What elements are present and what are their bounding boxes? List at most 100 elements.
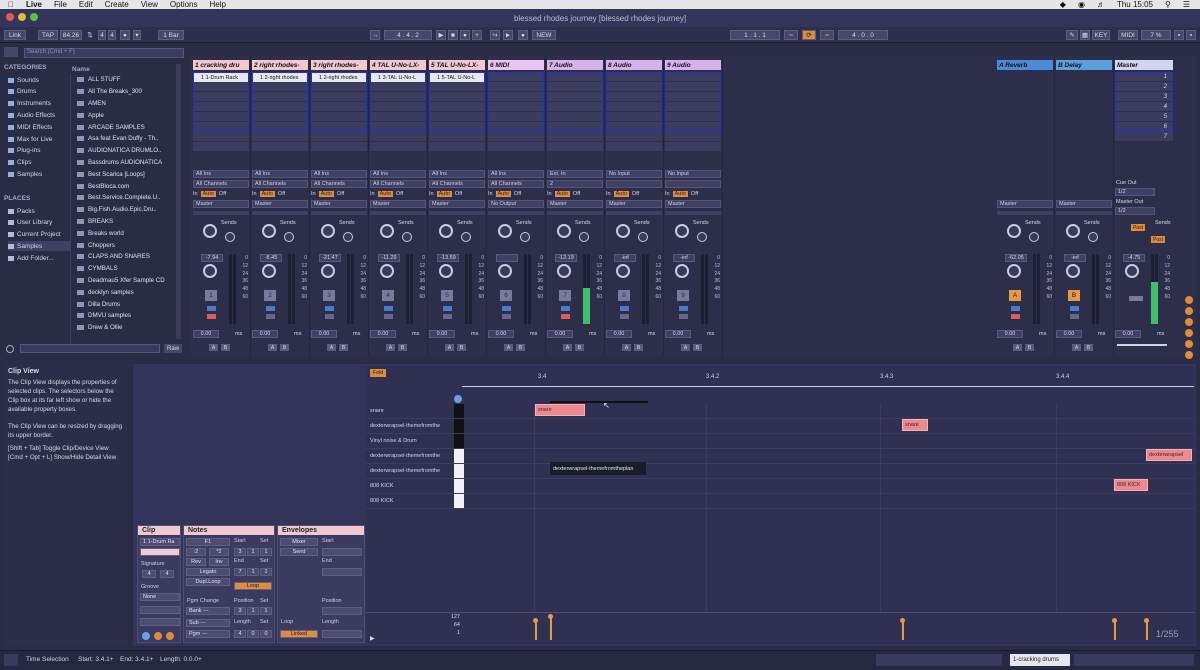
place-current-project[interactable]: Current Project xyxy=(8,230,61,240)
solo-button[interactable] xyxy=(502,306,511,311)
velocity-toggle-icon[interactable]: ▶ xyxy=(370,635,375,642)
master-post-button[interactable]: Post xyxy=(1131,224,1145,231)
cue-out-select[interactable]: 1/2 xyxy=(1115,188,1155,196)
clip-warp-button[interactable] xyxy=(140,618,180,626)
arm-button[interactable] xyxy=(384,314,393,319)
position-bar[interactable]: 3 xyxy=(234,607,246,615)
velocity-handle-2[interactable] xyxy=(548,614,553,619)
master-pan-knob[interactable] xyxy=(1125,264,1139,278)
send-b-knob[interactable] xyxy=(638,232,648,242)
menu-edit[interactable]: Edit xyxy=(79,0,93,9)
volume-field[interactable]: -8.45 xyxy=(260,254,282,262)
output-channel-select[interactable] xyxy=(370,211,426,215)
position-sixteenth[interactable]: 1 xyxy=(260,607,272,615)
menu-live[interactable]: Live xyxy=(26,0,42,9)
track-activator[interactable]: 8 xyxy=(618,290,630,301)
crossfade-b[interactable]: B xyxy=(516,344,525,351)
monitor-switch[interactable]: In Auto Off xyxy=(488,190,544,198)
monitor-off[interactable]: Off xyxy=(396,191,403,197)
env-end-field[interactable] xyxy=(322,568,362,576)
output-channel-select[interactable] xyxy=(488,211,544,215)
browser-item[interactable]: Asa feat Evan Duffy - Th.. xyxy=(71,133,176,145)
device-chain-overview[interactable] xyxy=(1074,654,1194,666)
show-notes-icon[interactable] xyxy=(154,632,162,640)
category-instruments[interactable]: Instruments xyxy=(8,99,51,109)
clip-slot[interactable] xyxy=(252,102,308,112)
input-type-select[interactable]: All Ins xyxy=(488,170,544,178)
browser-item[interactable]: BREAKS xyxy=(71,216,176,228)
menu-view[interactable]: View xyxy=(141,0,158,9)
volume-field[interactable]: -12.19 xyxy=(555,254,577,262)
start-bar[interactable]: 3 xyxy=(234,548,246,556)
input-type-select[interactable]: All Ins xyxy=(370,170,426,178)
fold-button[interactable]: Fold xyxy=(370,369,386,377)
monitor-auto[interactable]: Auto xyxy=(436,191,452,197)
clip-slot[interactable] xyxy=(252,82,308,92)
pan-knob[interactable] xyxy=(616,264,630,278)
env-start-field[interactable] xyxy=(322,548,362,556)
crossfade-a[interactable]: A xyxy=(445,344,454,351)
track-activator[interactable]: B xyxy=(1068,290,1080,301)
pan-field[interactable]: 0.00 xyxy=(488,330,514,338)
monitor-off[interactable]: Off xyxy=(455,191,462,197)
invert-button[interactable]: Inv xyxy=(209,558,229,566)
preview-icon[interactable] xyxy=(454,395,462,403)
place-add-folder-[interactable]: Add Folder... xyxy=(8,253,54,263)
envelopes-panel-title[interactable]: Envelopes xyxy=(278,526,364,535)
input-type-select[interactable]: All Ins xyxy=(193,170,249,178)
clip-slot[interactable] xyxy=(370,82,426,92)
envelope-device-select[interactable]: Mixer xyxy=(280,538,318,546)
browser-item[interactable]: DMVU samples xyxy=(71,310,176,322)
input-type-select[interactable]: No Input xyxy=(606,170,662,178)
clip-slot[interactable] xyxy=(252,142,308,152)
loop-length-field[interactable]: 4 . 0 . 0 xyxy=(838,30,888,40)
crossfade-a[interactable]: A xyxy=(563,344,572,351)
output-channel-select[interactable] xyxy=(547,211,603,215)
track-activator[interactable]: A xyxy=(1009,290,1021,301)
notes-panel-title[interactable]: Notes xyxy=(184,526,274,535)
browser-item[interactable]: CYMBALS xyxy=(71,263,176,275)
pan-knob[interactable] xyxy=(1066,264,1080,278)
clip-slot[interactable] xyxy=(606,102,662,112)
clip-slot[interactable] xyxy=(665,72,721,82)
clip-slot[interactable] xyxy=(429,132,485,142)
category-audio-effects[interactable]: Audio Effects xyxy=(8,110,55,120)
note-lane[interactable]: dexterwrapsel-themefromthe xyxy=(366,449,1194,464)
clip-cell[interactable]: 1 2-right rhodes xyxy=(311,73,367,82)
arm-button[interactable] xyxy=(1070,314,1079,319)
send-a-knob[interactable] xyxy=(616,224,630,238)
clip-slot[interactable] xyxy=(193,112,249,122)
scene-launch[interactable]: 1 xyxy=(1115,72,1173,82)
pan-field[interactable]: 0.00 xyxy=(997,330,1023,338)
name-column-header[interactable]: Name xyxy=(72,66,90,73)
browser-item[interactable]: Drew & Ollie xyxy=(71,322,176,334)
input-channel-select[interactable]: All Channels xyxy=(488,180,544,188)
crossfade-b[interactable]: B xyxy=(457,344,466,351)
crossfade-a[interactable]: A xyxy=(327,344,336,351)
arm-button[interactable] xyxy=(325,314,334,319)
computer-midi-icon[interactable]: ▦ xyxy=(1080,30,1090,40)
midi-map-button[interactable]: MIDI xyxy=(1118,30,1138,40)
monitor-in[interactable]: In xyxy=(370,191,375,197)
clip-slot[interactable] xyxy=(429,122,485,132)
preview-waveform[interactable] xyxy=(20,344,160,353)
clip-slot[interactable] xyxy=(547,102,603,112)
output-channel-select[interactable] xyxy=(252,211,308,215)
clip-slot[interactable] xyxy=(547,122,603,132)
monitor-in[interactable]: In xyxy=(252,191,257,197)
duplicate-loop-button[interactable]: Dupl.Loop xyxy=(186,578,230,586)
end-sixteenth[interactable]: 1 xyxy=(260,568,272,576)
loop-button[interactable]: Loop xyxy=(234,582,272,590)
clip-slot[interactable] xyxy=(370,92,426,102)
monitor-switch[interactable]: In Auto Off xyxy=(665,190,721,198)
clip-slot[interactable] xyxy=(665,82,721,92)
clip-slot[interactable] xyxy=(547,82,603,92)
menu-options[interactable]: Options xyxy=(170,0,198,9)
send-b-knob[interactable] xyxy=(461,232,471,242)
clip-slot[interactable] xyxy=(547,92,603,102)
midi-note-editor[interactable]: Fold 3.4 3.4.2 3.4.3 3.4.4 snare dexterwr… xyxy=(366,366,1194,644)
clip-slot[interactable] xyxy=(193,102,249,112)
monitor-in[interactable]: In xyxy=(488,191,493,197)
master-header[interactable]: Master xyxy=(1115,60,1173,70)
groove-select[interactable]: None xyxy=(140,593,180,601)
